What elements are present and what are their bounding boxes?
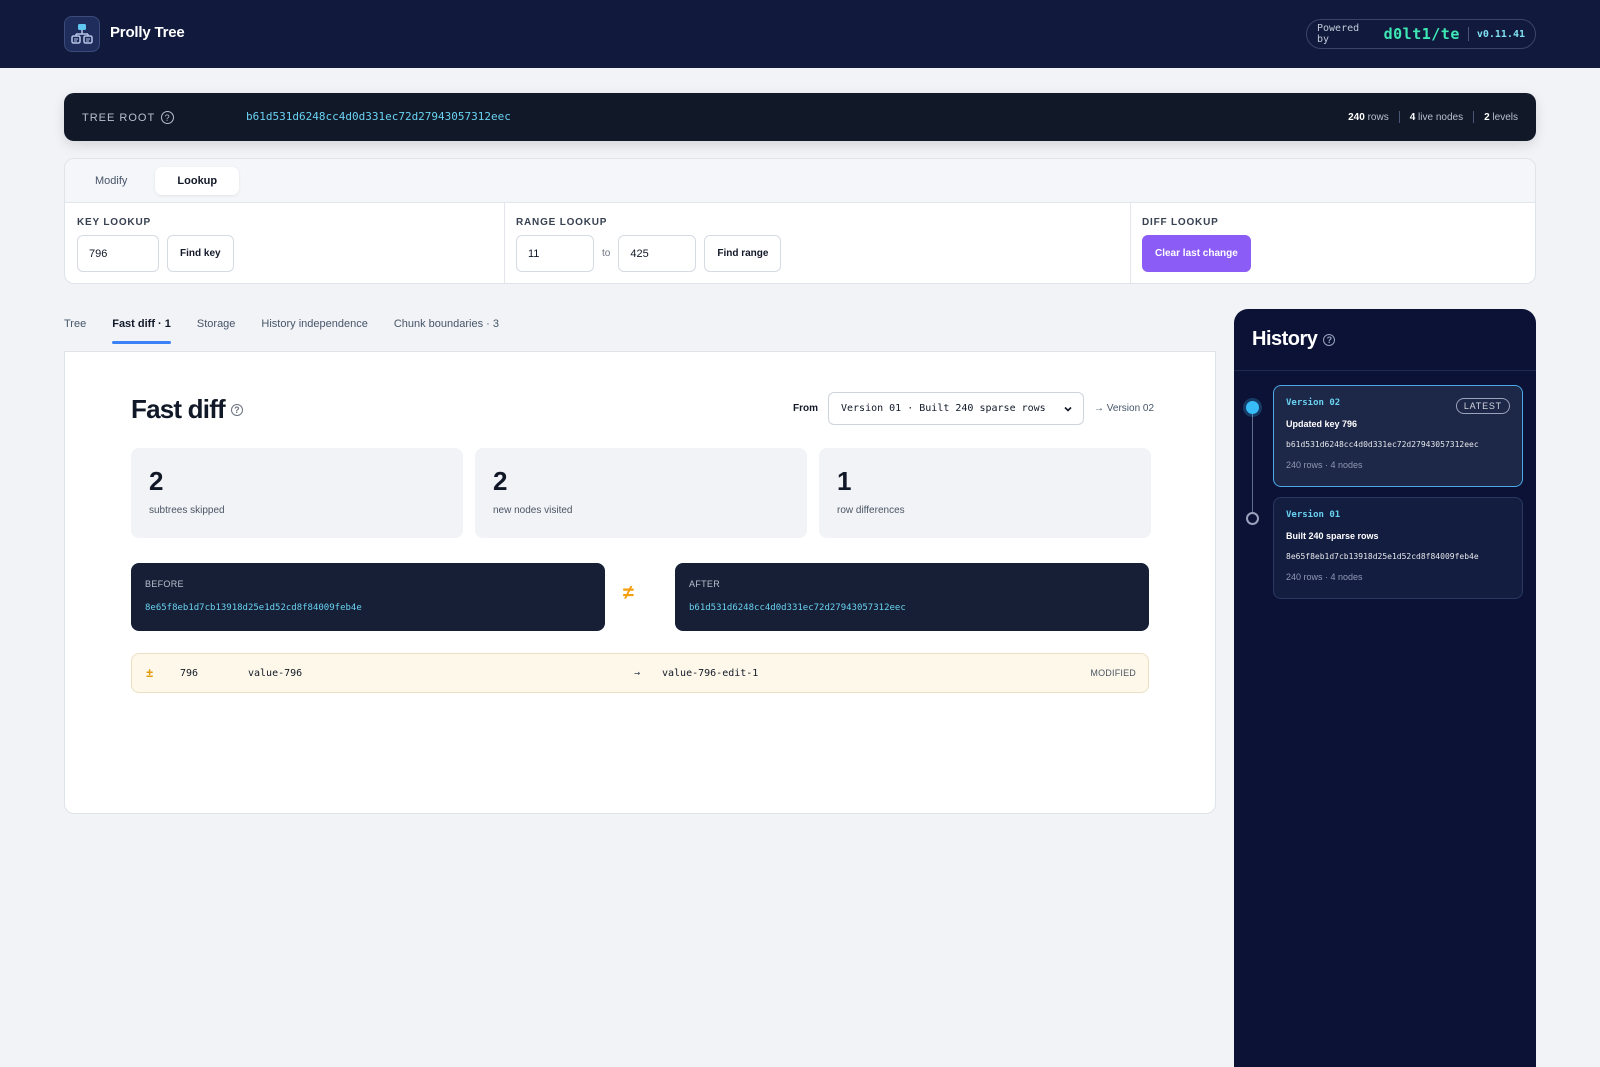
history-title-text: History [1252,328,1318,350]
diff-row[interactable]: ± 796 value-796 → value-796-edit-1 MODIF… [131,653,1149,693]
stat-new-nodes-visited: 2 new nodes visited [475,448,807,538]
nodes-label: live nodes [1418,111,1464,123]
fast-diff-card: Fast diff ? From Version 01 · Built 240 … [64,351,1216,814]
range-lookup-title: RANGE LOOKUP [516,217,608,228]
levels-label: levels [1492,111,1518,123]
stat-label: subtrees skipped [149,505,225,516]
version-meta: 240 rows · 4 nodes [1286,572,1363,582]
timeline-line [1252,405,1253,517]
stat-label: new nodes visited [493,505,573,516]
stat-row-differences: 1 row differences [819,448,1151,538]
version-name: Version 01 [1286,510,1341,520]
help-icon[interactable]: ? [230,403,243,416]
version-card-latest[interactable]: Version 02 LATEST Updated key 796 b61d53… [1273,385,1523,487]
history-title: History ? [1234,309,1536,371]
diff-row-new-value: value-796-edit-1 [662,667,759,679]
help-icon[interactable]: ? [1323,333,1336,346]
stat-value: 2 [149,466,164,496]
tab-fast-diff[interactable]: Fast diff · 1 [112,318,171,344]
chevron-down-icon [1064,406,1072,412]
tree-root-bar: TREE ROOT ? b61d531d6248cc4d0d331ec72d27… [64,93,1536,141]
nodes-value: 4 [1409,111,1416,123]
tree-root-hash: b61d531d6248cc4d0d331ec72d27943057312eec [246,110,511,123]
before-label: BEFORE [145,579,184,589]
arrow-right-icon: → [634,667,641,679]
stat-label: row differences [837,505,905,516]
stat-value: 2 [493,466,508,496]
tab-history-independence[interactable]: History independence [261,318,367,344]
diff-stats: 2 subtrees skipped 2 new nodes visited 1… [131,448,1151,538]
stat-value: 1 [837,466,852,496]
key-input[interactable]: 796 [77,235,159,272]
divider [1398,111,1400,123]
help-icon[interactable]: ? [161,111,175,124]
find-key-button[interactable]: Find key [167,235,234,272]
not-equal-icon: ≠ [623,582,634,604]
tree-root-label: TREE ROOT ? [82,111,175,124]
controls-panel: Modify Lookup KEY LOOKUP 796 Find key RA… [64,158,1536,284]
controls-tabs: Modify Lookup [65,159,1535,203]
before-hash-box: BEFORE 8e65f8eb1d7cb13918d25e1d52cd8f840… [131,563,605,631]
before-hash: 8e65f8eb1d7cb13918d25e1d52cd8f84009feb4e [145,603,362,613]
from-version-select[interactable]: Version 01 · Built 240 sparse rows [828,392,1084,425]
tab-storage[interactable]: Storage [197,318,236,344]
clear-last-change-button[interactable]: Clear last change [1142,235,1251,272]
tab-modify[interactable]: Modify [73,167,149,195]
app-title: Prolly Tree [110,24,185,41]
version-hash: b61d531d6248cc4d0d331ec72d27943057312eec [1286,440,1479,449]
fast-diff-title: Fast diff ? [131,394,243,425]
diff-lookup-section: DIFF LOOKUP Clear last change [1130,203,1535,283]
key-lookup-section: KEY LOOKUP 796 Find key [65,203,505,283]
tree-root-label-text: TREE ROOT [82,111,156,124]
version-label: v0.11.41 [1476,28,1525,40]
stat-subtrees-skipped: 2 subtrees skipped [131,448,463,538]
divider [1473,111,1475,123]
from-version-selected: Version 01 · Built 240 sparse rows [841,403,1046,414]
history-sidebar: History ? Version 02 LATEST Updated key … [1234,309,1536,1067]
divider [1467,27,1469,41]
rows-label: rows [1367,111,1389,123]
range-to-input[interactable]: 425 [618,235,697,272]
diff-row-key: 796 [180,667,199,679]
version-message: Updated key 796 [1286,419,1358,429]
powered-by-label: Powered by [1317,23,1360,45]
from-label: From [793,403,818,414]
after-hash-box: AFTER b61d531d6248cc4d0d331ec72d27943057… [675,563,1149,631]
tree-stats: 240 rows 4 live nodes 2 levels [1348,111,1518,123]
range-from-input[interactable]: 11 [516,235,594,272]
after-hash: b61d531d6248cc4d0d331ec72d27943057312eec [689,603,906,613]
find-range-button[interactable]: Find range [704,235,782,272]
after-label: AFTER [689,579,721,589]
main-tabs: Tree Fast diff · 1 Storage History indep… [64,318,499,344]
tab-lookup[interactable]: Lookup [155,166,240,195]
version-hash: 8e65f8eb1d7cb13918d25e1d52cd8f84009feb4e [1286,552,1479,561]
tab-chunk-boundaries[interactable]: Chunk boundaries · 3 [394,318,499,344]
dolt-brand-logo: d0lt1/te [1383,25,1460,43]
tab-tree[interactable]: Tree [64,318,86,344]
top-bar: Prolly Tree Powered by d0lt1/te v0.11.41 [0,0,1600,68]
app-logo-icon[interactable] [64,16,100,52]
version-card[interactable]: Version 01 Built 240 sparse rows 8e65f8e… [1273,497,1523,599]
powered-by-badge[interactable]: Powered by d0lt1/te v0.11.41 [1306,19,1536,49]
fast-diff-title-text: Fast diff [131,394,226,424]
timeline-dot-current [1246,401,1259,414]
version-meta: 240 rows · 4 nodes [1286,460,1363,470]
latest-badge: LATEST [1455,398,1510,414]
timeline-dot [1246,512,1259,525]
rows-stat: 240 rows [1348,112,1389,123]
version-message: Built 240 sparse rows [1286,531,1379,541]
diff-row-kind: MODIFIED [1090,668,1136,678]
modified-icon: ± [146,666,154,680]
range-to-label: to [602,248,611,259]
rows-value: 240 [1348,111,1365,123]
range-lookup-section: RANGE LOOKUP 11 to 425 Find range [504,203,1130,283]
levels-stat: 2 levels [1484,112,1518,123]
key-lookup-title: KEY LOOKUP [77,217,151,228]
nodes-stat: 4 live nodes [1410,112,1463,123]
diff-row-old-value: value-796 [248,667,303,679]
levels-value: 2 [1484,111,1490,123]
to-version-label: → Version 02 [1094,403,1155,414]
diff-lookup-title: DIFF LOOKUP [1142,217,1219,228]
from-version-control: From Version 01 · Built 240 sparse rows … [793,392,1154,425]
